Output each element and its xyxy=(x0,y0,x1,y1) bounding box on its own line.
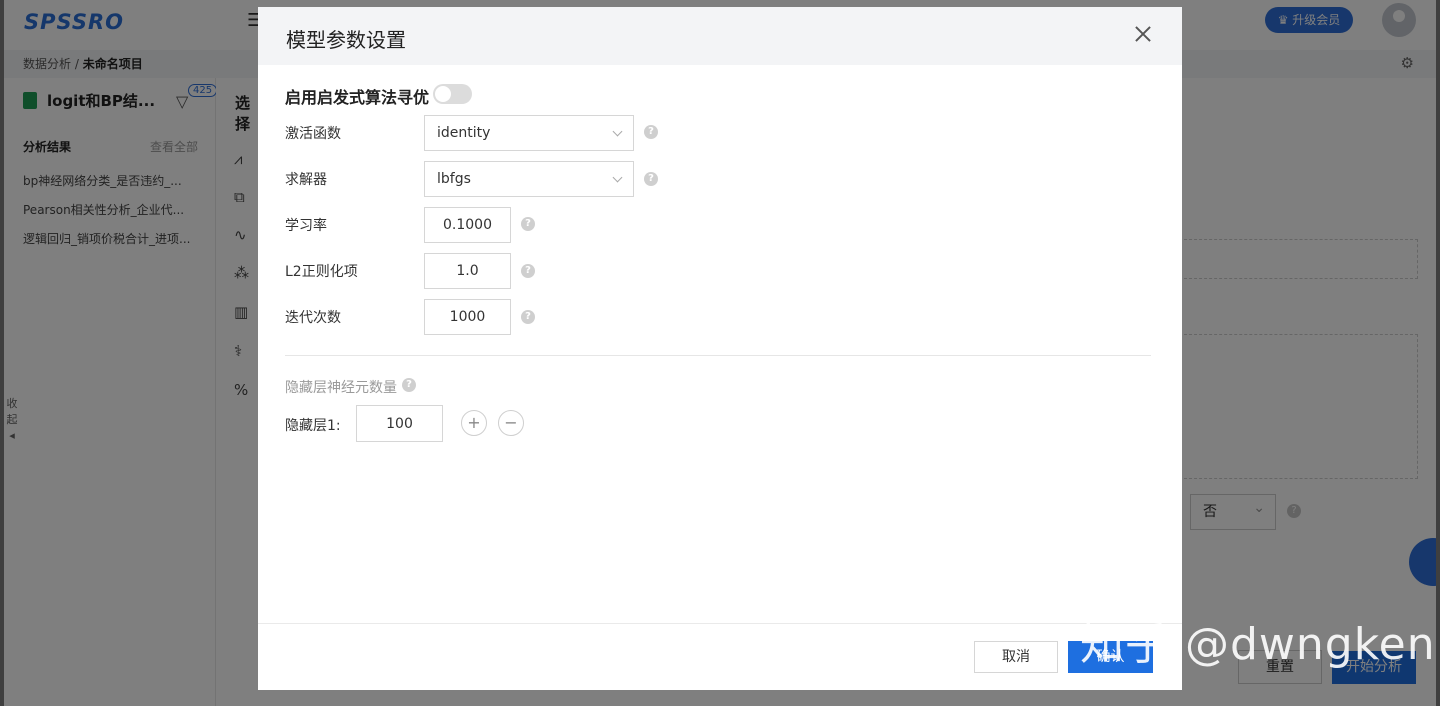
help-icon[interactable]: ? xyxy=(521,310,535,324)
chevron-down-icon xyxy=(612,172,623,183)
chevron-down-icon xyxy=(612,126,623,137)
heuristic-toggle[interactable] xyxy=(433,84,472,104)
solver-value: lbfgs xyxy=(437,171,471,187)
help-icon[interactable]: ? xyxy=(644,172,658,186)
dialog-title: 模型参数设置 xyxy=(286,28,406,52)
iterations-label: 迭代次数 xyxy=(285,310,341,326)
add-layer-button[interactable]: + xyxy=(461,410,487,436)
hidden-layer-1-label: 隐藏层1: xyxy=(285,418,341,434)
help-icon[interactable]: ? xyxy=(644,125,658,139)
activation-label: 激活函数 xyxy=(285,126,341,142)
l2-label: L2正则化项 xyxy=(285,264,358,280)
learning-rate-label: 学习率 xyxy=(285,218,327,234)
solver-label: 求解器 xyxy=(285,172,327,188)
dialog-footer-divider xyxy=(258,623,1182,624)
hidden-layer-1-input[interactable] xyxy=(356,405,443,442)
dialog-header: 模型参数设置 xyxy=(258,7,1182,65)
divider xyxy=(285,355,1151,356)
activation-select[interactable]: identity xyxy=(424,115,634,151)
watermark: 知乎 @dwngken xyxy=(1080,619,1436,670)
model-params-dialog: 模型参数设置 启用启发式算法寻优 激活函数 identity ? 求解器 lbf… xyxy=(258,7,1182,690)
solver-select[interactable]: lbfgs xyxy=(424,161,634,197)
help-icon[interactable]: ? xyxy=(402,378,416,392)
help-icon[interactable]: ? xyxy=(521,264,535,278)
hidden-layer-title: 隐藏层神经元数量 xyxy=(285,380,397,396)
heuristic-label: 启用启发式算法寻优 xyxy=(285,88,430,107)
l2-input[interactable] xyxy=(424,253,511,289)
learning-rate-input[interactable] xyxy=(424,207,511,243)
help-icon[interactable]: ? xyxy=(521,217,535,231)
cancel-button[interactable]: 取消 xyxy=(974,641,1058,673)
iterations-input[interactable] xyxy=(424,299,511,335)
close-icon[interactable] xyxy=(1132,23,1154,45)
activation-value: identity xyxy=(437,125,491,141)
remove-layer-button[interactable]: − xyxy=(498,410,524,436)
